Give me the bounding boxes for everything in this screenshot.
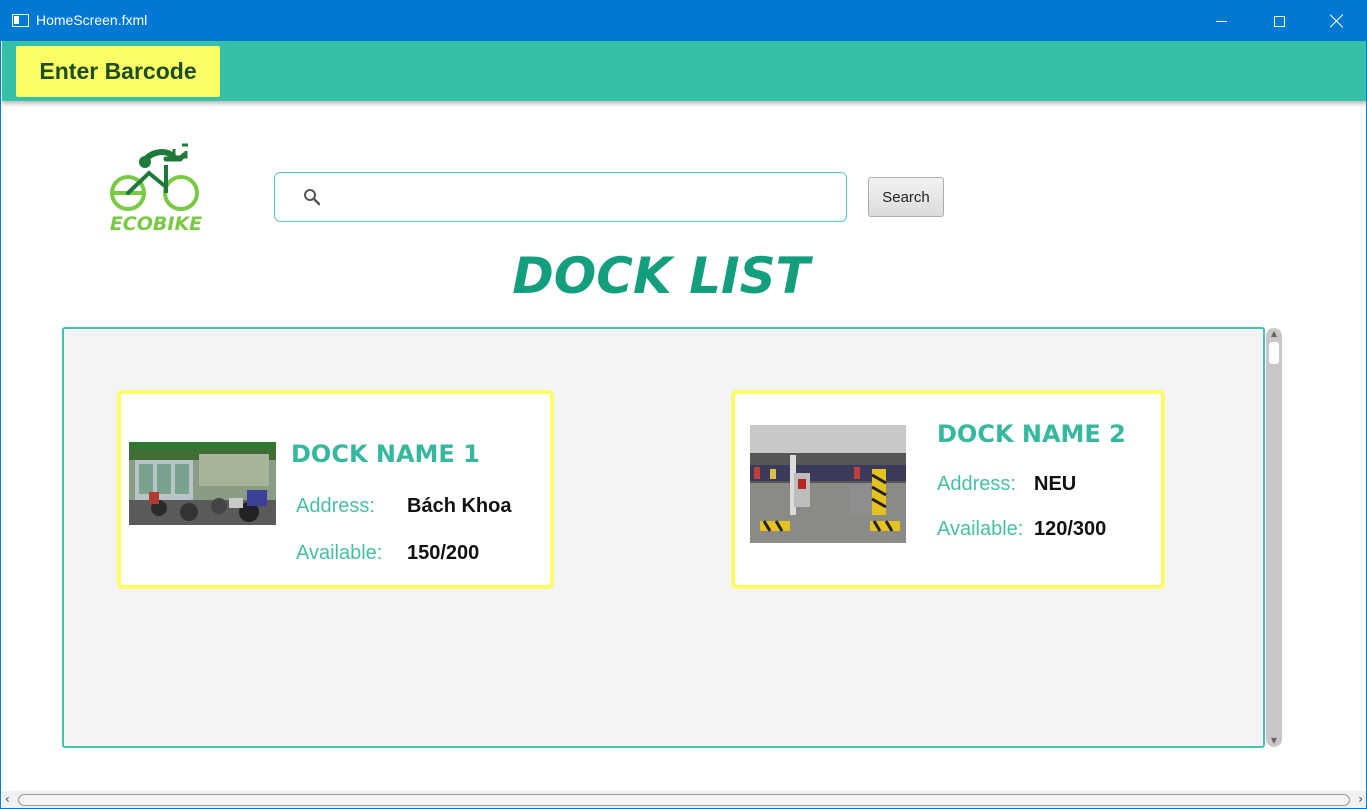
window-title: HomeScreen.fxml: [36, 12, 148, 28]
address-label: Address:: [937, 473, 1016, 495]
close-button[interactable]: [1308, 1, 1366, 41]
horizontal-scrollbar[interactable]: ‹ ›: [2, 791, 1366, 808]
available-value: 120/300: [1034, 518, 1107, 540]
address-label: Address:: [296, 495, 375, 517]
minimize-button[interactable]: [1192, 1, 1250, 41]
dock-card[interactable]: DOCK NAME 1 Address: Bách Khoa Available…: [117, 390, 554, 589]
search-field[interactable]: [274, 172, 847, 222]
search-input[interactable]: [335, 181, 835, 213]
bike-rider-icon: [110, 143, 199, 211]
scroll-up-icon[interactable]: ▲: [1269, 330, 1279, 338]
app-window: HomeScreen.fxml Enter Barcode ECOBIKE Se…: [0, 0, 1367, 809]
address-value: NEU: [1034, 473, 1077, 495]
title-bar: HomeScreen.fxml: [1, 1, 1366, 41]
scroll-right-icon[interactable]: ›: [1358, 792, 1363, 806]
available-value: 150/200: [407, 542, 480, 564]
vertical-scrollbar[interactable]: ▲ ▼: [1266, 328, 1282, 747]
maximize-button[interactable]: [1250, 1, 1308, 41]
top-toolbar: Enter Barcode: [2, 41, 1366, 101]
page-title: DOCK LIST: [512, 247, 810, 305]
scroll-left-icon[interactable]: ‹: [5, 792, 10, 806]
logo-text: ECOBIKE: [109, 213, 203, 235]
window-app-icon: [12, 14, 29, 27]
dock-photo: [750, 425, 906, 543]
dock-name: DOCK NAME 2: [937, 420, 1126, 448]
scroll-track[interactable]: [18, 794, 1350, 806]
scroll-down-icon[interactable]: ▼: [1269, 737, 1279, 745]
dock-name: DOCK NAME 1: [291, 440, 480, 468]
dock-list-panel[interactable]: DOCK NAME 1 Address: Bách Khoa Available…: [62, 327, 1265, 748]
maximize-icon: [1273, 15, 1285, 27]
minimize-icon: [1215, 20, 1227, 22]
scroll-thumb[interactable]: [1269, 342, 1279, 364]
available-label: Available:: [296, 542, 383, 564]
ecobike-logo: ECOBIKE: [104, 143, 208, 239]
close-icon: [1330, 14, 1344, 28]
enter-barcode-button[interactable]: Enter Barcode: [16, 46, 220, 97]
dock-card[interactable]: DOCK NAME 2 Address: NEU Available: 120/…: [731, 390, 1165, 589]
search-button[interactable]: Search: [868, 177, 944, 217]
search-icon: [304, 189, 321, 206]
address-value: Bách Khoa: [407, 495, 512, 517]
available-label: Available:: [937, 518, 1024, 540]
dock-photo: [129, 442, 276, 525]
